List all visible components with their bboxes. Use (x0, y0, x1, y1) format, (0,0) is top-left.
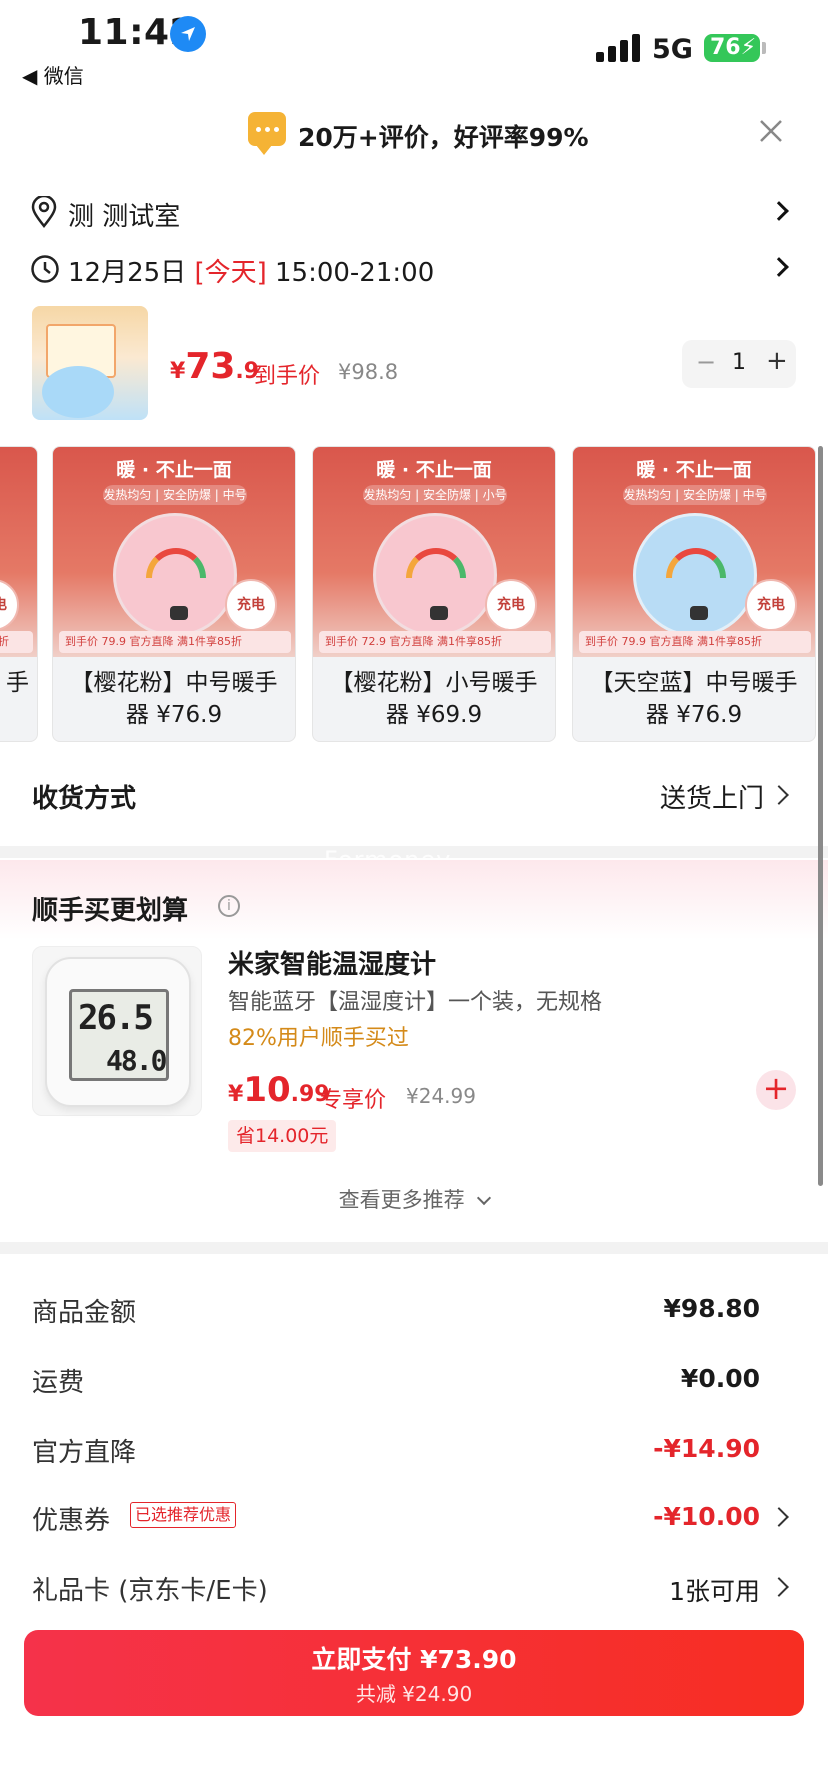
lcd-humidity: 48.0 (106, 1044, 167, 1077)
variant-label: 【樱花粉】小号暖手器 ¥69.9 (330, 670, 538, 728)
address-text[interactable]: 测 测试室 (68, 196, 180, 233)
coupon-chevron-icon[interactable] (769, 1507, 789, 1527)
signal-icon (596, 34, 642, 62)
recommend-item-name[interactable]: 米家智能温湿度计 (228, 944, 436, 981)
plus-button[interactable]: + (766, 346, 788, 376)
variant-card[interactable]: 充电 5折 手 (0, 446, 38, 742)
variant-headline: 暖 · 不止一面 (376, 459, 492, 481)
shipping-chevron-icon[interactable] (769, 785, 789, 805)
delivery-window: 15:00-21:00 (275, 258, 435, 288)
product-price: ¥73.9 (170, 346, 260, 387)
gift-card-chevron-icon[interactable] (769, 1577, 789, 1597)
variant-label: 手 (6, 670, 29, 696)
back-to-wechat-link[interactable]: ◀ 微信 (22, 60, 84, 89)
hygrometer-image[interactable]: 26.5 48.0 (32, 946, 202, 1116)
variant-carousel[interactable]: 充电 5折 手 暖 · 不止一面 发热均匀 | 安全防爆 | 中号 充电 到手价… (0, 446, 828, 742)
coupon-recommend-tag: 已选推荐优惠 (130, 1502, 237, 1528)
variant-card[interactable]: 暖 · 不止一面 发热均匀 | 安全防爆 | 中号 充电 到手价 79.9 官方… (52, 446, 296, 742)
recommend-item-price: ¥10.99 (228, 1070, 330, 1110)
variant-subline: 发热均匀 | 安全防爆 | 小号 (363, 485, 507, 505)
section-divider (0, 1242, 828, 1254)
variant-label: 【樱花粉】中号暖手器 ¥76.9 (70, 670, 278, 728)
minus-button[interactable]: − (696, 348, 716, 376)
variant-card[interactable]: 暖 · 不止一面 发热均匀 | 安全防爆 | 中号 充电 到手价 79.9 官方… (572, 446, 816, 742)
see-more-link[interactable]: 查看更多推荐 (0, 1184, 828, 1214)
variant-card[interactable]: 暖 · 不止一面 发热均匀 | 安全防爆 | 小号 充电 到手价 72.9 官方… (312, 446, 556, 742)
battery-tip (762, 42, 766, 54)
gift-card-value[interactable]: 1张可用 (669, 1572, 760, 1608)
charge-badge: 充电 (225, 579, 277, 631)
add-item-button[interactable]: + (756, 1070, 796, 1110)
goods-amount-label: 商品金额 (32, 1298, 137, 1328)
recommend-item-spec: 智能蓝牙【温湿度计】一个装，无规格 (228, 990, 603, 1015)
product-thumbnail[interactable] (32, 306, 148, 420)
pay-discount-label: 共减 ¥24.90 (355, 1682, 473, 1706)
network-type: 5G (652, 34, 693, 65)
official-cut-value: -¥14.90 (653, 1434, 760, 1463)
recommend-price-tag: 专享价 (320, 1088, 387, 1113)
chevron-down-icon (477, 1190, 492, 1206)
freight-label: 运费 (32, 1368, 85, 1398)
pay-now-label: 立即支付 ¥73.90 (311, 1645, 517, 1674)
savings-badge: 省14.00元 (228, 1120, 337, 1152)
variant-subline: 发热均匀 | 安全防爆 | 中号 (103, 485, 247, 505)
variant-headline: 暖 · 不止一面 (636, 459, 752, 481)
variant-promo-strip: 5折 (0, 631, 33, 653)
scrollbar[interactable] (818, 446, 823, 1186)
variant-label: 【天空蓝】中号暖手器 ¥76.9 (590, 670, 798, 728)
location-arrow-icon (170, 16, 206, 52)
official-cut-label: 官方直降 (32, 1438, 137, 1468)
freight-value: ¥0.00 (680, 1364, 760, 1393)
charge-badge: 充电 (0, 579, 19, 631)
battery-icon: 76⚡ (704, 34, 760, 62)
original-price: ¥98.8 (338, 360, 399, 384)
delivery-date: 12月25日 (68, 258, 187, 288)
pay-now-button[interactable]: 立即支付 ¥73.90 共减 ¥24.90 (24, 1630, 804, 1716)
quantity-value[interactable]: 1 (732, 350, 746, 375)
delivery-time[interactable]: 12月25日 [今天] 15:00-21:00 (68, 252, 434, 289)
goods-amount-value: ¥98.80 (663, 1294, 760, 1323)
coupon-value[interactable]: -¥10.00 (653, 1502, 760, 1531)
variant-headline: 暖 · 不止一面 (116, 459, 232, 481)
battery-level: 76 (710, 35, 741, 60)
shipping-label: 收货方式 (32, 784, 137, 814)
address-chevron-icon[interactable] (769, 201, 789, 221)
variant-promo-strip: 到手价 79.9 官方直降 满1件享85折 (579, 631, 811, 653)
variant-subline: 发热均匀 | 安全防爆 | 中号 (623, 485, 767, 505)
coupon-label: 优惠券 (32, 1506, 111, 1536)
location-pin-icon (30, 194, 58, 229)
charge-badge: 充电 (485, 579, 537, 631)
shipping-value[interactable]: 送货上门 (660, 778, 764, 815)
charge-badge: 充电 (745, 579, 797, 631)
lcd-temperature: 26.5 (78, 998, 154, 1038)
delivery-chevron-icon[interactable] (769, 257, 789, 277)
variant-promo-strip: 到手价 72.9 官方直降 满1件享85折 (319, 631, 551, 653)
review-banner-text: 20万+评价，好评率99% (298, 123, 589, 152)
delivery-today-tag: [今天] (194, 258, 267, 288)
variant-promo-strip: 到手价 79.9 官方直降 满1件享85折 (59, 631, 291, 653)
gift-card-label: 礼品卡 (京东卡/E卡) (32, 1576, 268, 1606)
info-icon[interactable]: i (218, 895, 240, 917)
recommend-title: 顺手买更划算 (32, 896, 189, 926)
quantity-stepper[interactable]: − 1 + (682, 340, 796, 388)
price-tag-label: 到手价 (254, 364, 321, 389)
chat-bubble-icon (248, 112, 286, 155)
close-icon[interactable] (756, 116, 786, 146)
recommend-original-price: ¥24.99 (406, 1084, 476, 1108)
clock-icon (30, 254, 60, 284)
recommend-item-stat: 82%用户顺手买过 (228, 1026, 409, 1051)
